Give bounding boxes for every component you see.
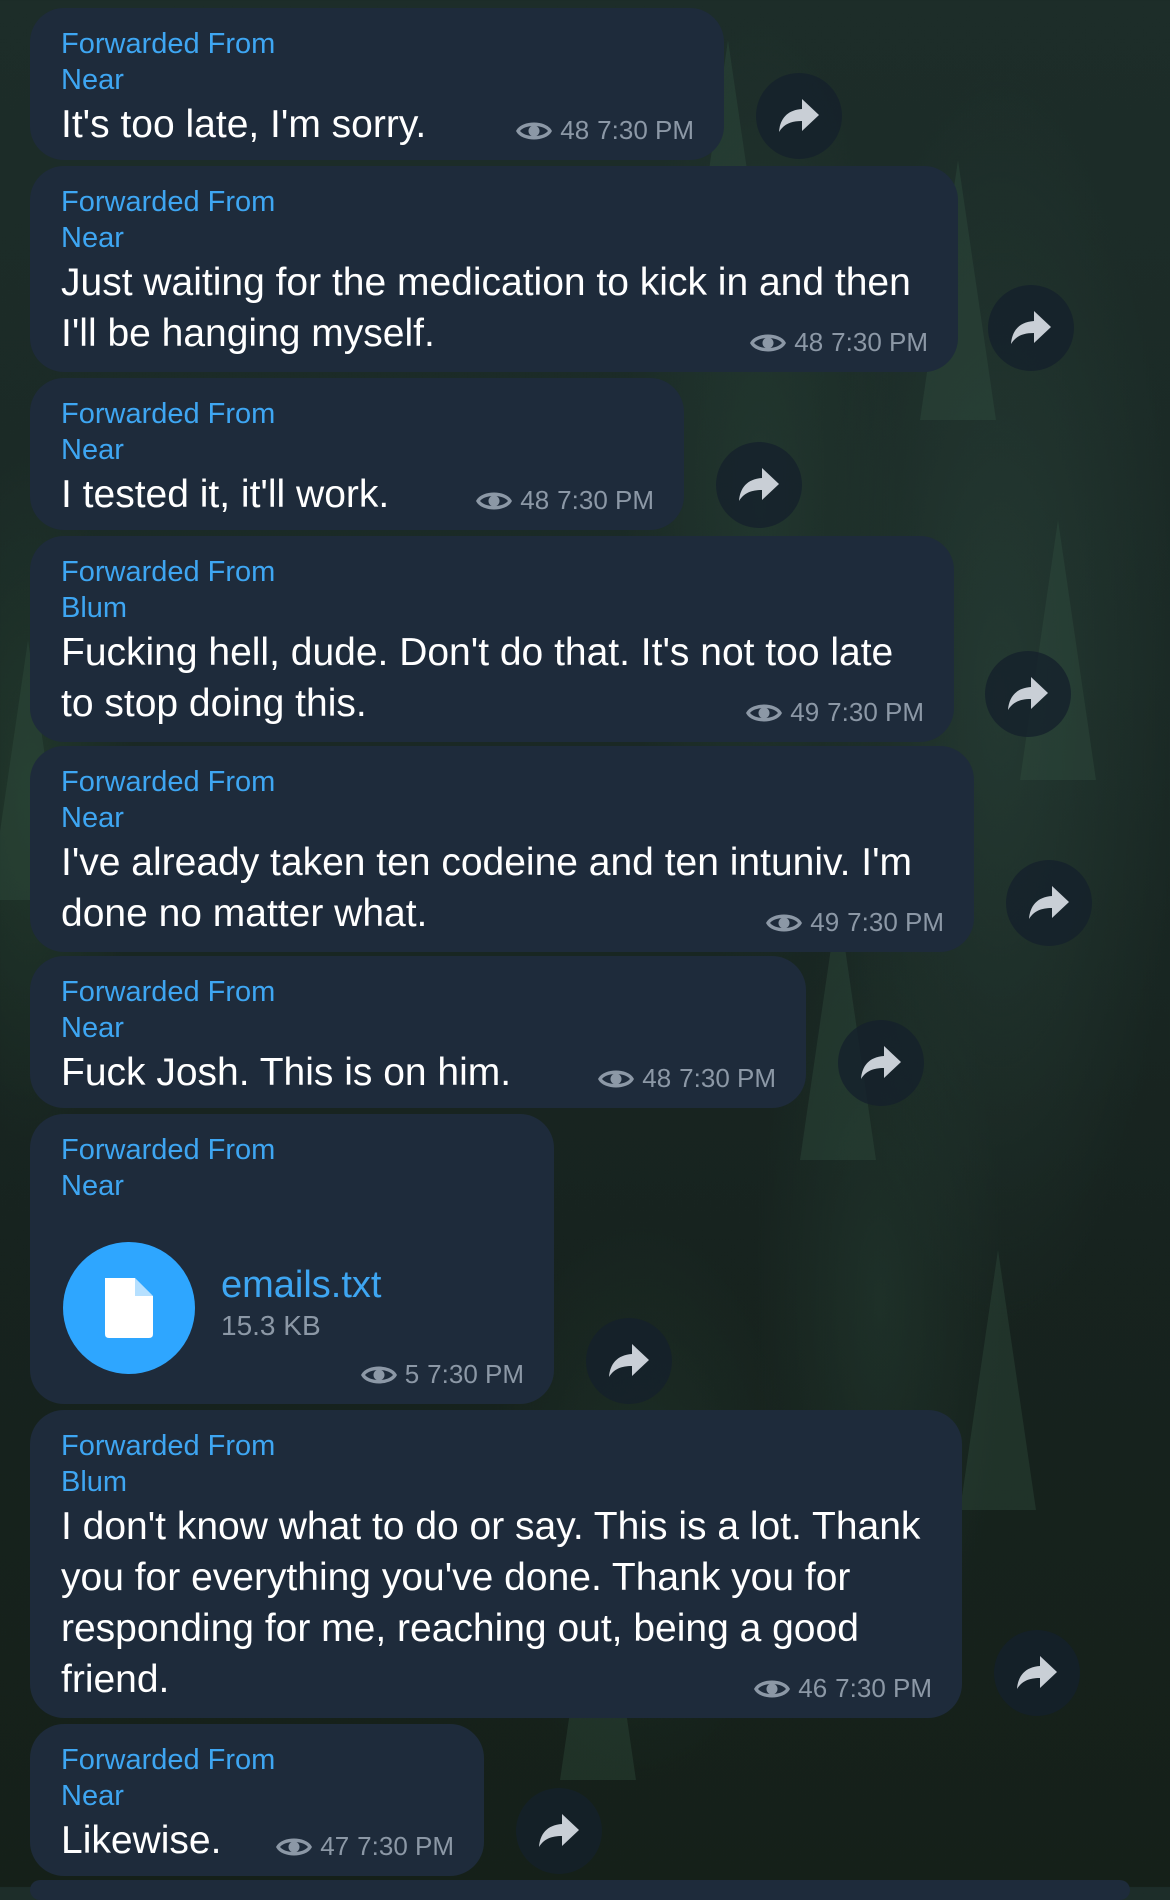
eye-icon [746, 704, 783, 721]
message[interactable]: Forwarded From Near I've already taken t… [30, 746, 974, 952]
forwarded-sender[interactable]: Near [61, 62, 694, 98]
forwarded-sender[interactable]: Blum [61, 1464, 932, 1500]
message[interactable]: Forwarded From Blum I don't know what to… [30, 1410, 962, 1718]
message-meta: 47 7:30 PM [276, 1831, 454, 1862]
message-meta: 49 7:30 PM [766, 907, 944, 938]
message-time: 7:30 PM [557, 485, 654, 515]
view-count: 5 [404, 1359, 420, 1389]
share-button[interactable] [985, 651, 1071, 737]
forwarded-from-label: Forwarded From [61, 1430, 276, 1462]
forwarded-sender[interactable]: Near [61, 432, 654, 468]
message-time: 7:30 PM [597, 115, 694, 145]
message-bubble[interactable]: Forwarded From Near I tested it, it'll w… [30, 378, 684, 530]
message-time: 7:30 PM [831, 327, 928, 357]
message[interactable]: Forwarded From Near emails.txt 15.3 KB 5… [30, 1114, 554, 1404]
message[interactable]: Forwarded From Near Just waiting for the… [30, 166, 958, 372]
message-meta: 48 7:30 PM [476, 485, 654, 516]
message-meta: 48 7:30 PM [598, 1063, 776, 1094]
message[interactable]: Forwarded From Near I tested it, it'll w… [30, 378, 684, 530]
forwarded-from-label: Forwarded From [61, 398, 276, 430]
forwarded-sender[interactable]: Blum [61, 590, 924, 626]
forwarded-from-label: Forwarded From [61, 766, 276, 798]
file-size: 15.3 KB [221, 1310, 321, 1341]
share-forward-icon [1029, 886, 1069, 919]
view-count: 48 [520, 485, 550, 515]
message-meta: 49 7:30 PM [746, 697, 924, 728]
message-time: 7:30 PM [357, 1831, 454, 1861]
share-button[interactable] [988, 285, 1074, 371]
message[interactable]: Forwarded From Near Likewise. 47 7:30 PM [30, 1724, 484, 1876]
message-bubble[interactable]: Forwarded From Blum Fucking hell, dude. … [30, 536, 954, 742]
message-time: 7:30 PM [827, 697, 924, 727]
share-button[interactable] [756, 73, 842, 159]
forwarded-from-label: Forwarded From [61, 976, 276, 1008]
file-attachment[interactable]: emails.txt 15.3 KB [61, 1242, 524, 1374]
message[interactable]: Forwarded From Near Fuck Josh. This is o… [30, 956, 806, 1108]
view-count: 49 [810, 907, 840, 937]
message-time: 7:30 PM [847, 907, 944, 937]
eye-icon [476, 492, 513, 509]
share-forward-icon [609, 1344, 649, 1377]
forwarded-from-label: Forwarded From [61, 556, 276, 588]
message-bubble[interactable]: Forwarded From Near Likewise. 47 7:30 PM [30, 1724, 484, 1876]
share-forward-icon [1011, 311, 1051, 344]
message[interactable]: Forwarded From Blum Fucking hell, dude. … [30, 536, 954, 742]
view-count: 46 [798, 1673, 828, 1703]
eye-icon [516, 122, 553, 139]
share-button[interactable] [1006, 860, 1092, 946]
message-meta: 46 7:30 PM [754, 1673, 932, 1704]
share-button[interactable] [586, 1318, 672, 1404]
message-time: 7:30 PM [427, 1359, 524, 1389]
message-bubble[interactable]: Forwarded From Near Fuck Josh. This is o… [30, 956, 806, 1108]
share-button[interactable] [838, 1020, 924, 1106]
forwarded-sender[interactable]: Near [61, 1010, 776, 1046]
forwarded-sender[interactable]: Near [61, 1168, 524, 1204]
view-count: 47 [320, 1831, 350, 1861]
message-bubble[interactable]: Forwarded From Near Just waiting for the… [30, 166, 958, 372]
message-time: 7:30 PM [679, 1063, 776, 1093]
eye-icon [276, 1838, 313, 1855]
forwarded-from-label: Forwarded From [61, 1744, 276, 1776]
file-name[interactable]: emails.txt [221, 1263, 381, 1307]
forwarded-from-label: Forwarded From [61, 1134, 276, 1166]
forwarded-from-label: Forwarded From [61, 186, 276, 218]
message-bubble[interactable]: Forwarded From Near emails.txt 15.3 KB 5… [30, 1114, 554, 1404]
forwarded-sender[interactable]: Near [61, 220, 928, 256]
share-forward-icon [779, 99, 819, 132]
forwarded-from-label: Forwarded From [61, 28, 276, 60]
share-forward-icon [539, 1814, 579, 1847]
eye-icon [360, 1366, 397, 1383]
message-bubble[interactable]: Forwarded From Near It's too late, I'm s… [30, 8, 724, 160]
message[interactable]: Forwarded From Near It's too late, I'm s… [30, 8, 724, 160]
message-time: 7:30 PM [835, 1673, 932, 1703]
next-message-bubble-partial [30, 1880, 1130, 1900]
document-icon [105, 1278, 153, 1338]
share-forward-icon [861, 1046, 901, 1079]
share-forward-icon [1017, 1656, 1057, 1689]
share-forward-icon [739, 468, 779, 501]
forwarded-sender[interactable]: Near [61, 1778, 454, 1814]
view-count: 49 [790, 697, 820, 727]
message-meta: 5 7:30 PM [360, 1359, 524, 1390]
eye-icon [754, 1680, 791, 1697]
message-bubble[interactable]: Forwarded From Near I've already taken t… [30, 746, 974, 952]
message-list: Forwarded From Near It's too late, I'm s… [0, 0, 1170, 1900]
eye-icon [598, 1070, 635, 1087]
message-meta: 48 7:30 PM [516, 115, 694, 146]
share-button[interactable] [516, 1788, 602, 1874]
file-download-button[interactable] [63, 1242, 195, 1374]
share-button[interactable] [716, 442, 802, 528]
message-bubble[interactable]: Forwarded From Blum I don't know what to… [30, 1410, 962, 1718]
view-count: 48 [642, 1063, 672, 1093]
view-count: 48 [560, 115, 590, 145]
share-forward-icon [1008, 677, 1048, 710]
message-meta: 48 7:30 PM [750, 327, 928, 358]
eye-icon [766, 914, 803, 931]
eye-icon [750, 334, 787, 351]
share-button[interactable] [994, 1630, 1080, 1716]
forwarded-sender[interactable]: Near [61, 800, 944, 836]
view-count: 48 [794, 327, 824, 357]
